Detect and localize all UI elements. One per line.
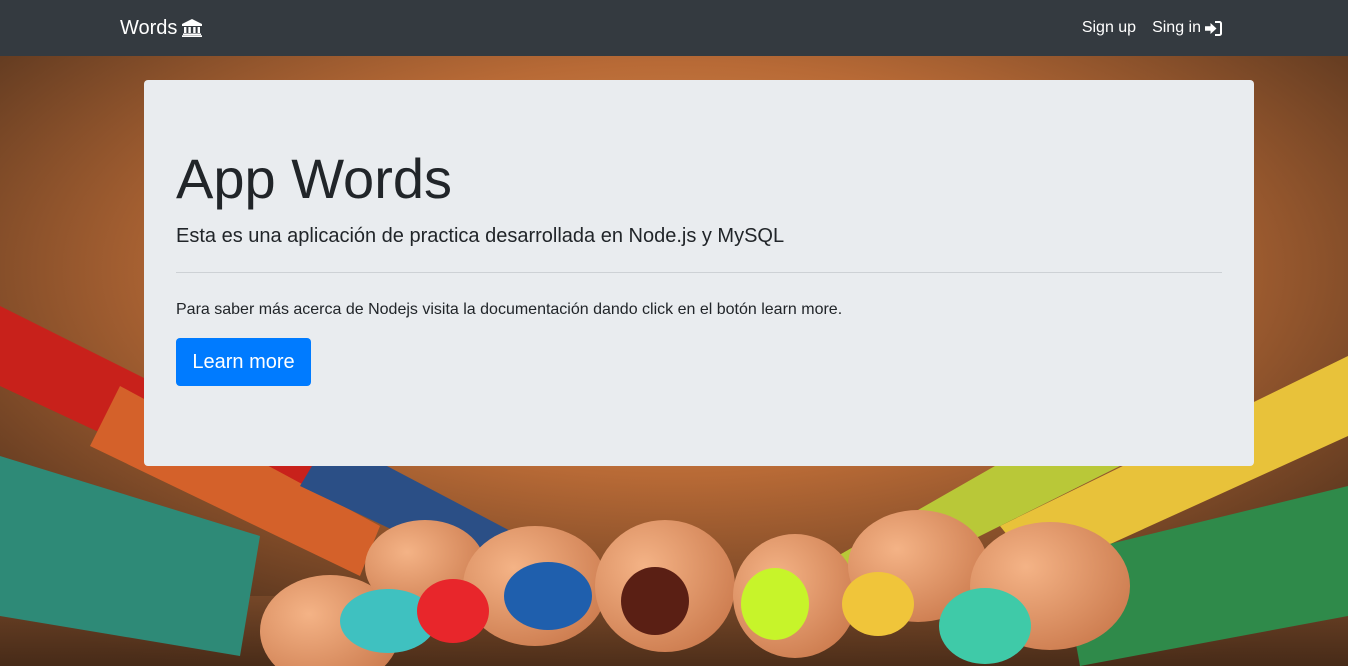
jumbotron: App Words Esta es una aplicación de prac… [144, 80, 1254, 466]
learn-more-button[interactable]: Learn more [176, 338, 311, 386]
brand-link[interactable]: Words [120, 15, 203, 41]
sign-in-icon [1205, 20, 1222, 36]
nav-sign-in-label: Sing in [1152, 19, 1201, 36]
nav-sign-in-link[interactable]: Sing in [1152, 17, 1222, 39]
hero-title: App Words [176, 147, 452, 210]
hero-lead: Esta es una aplicación de practica desar… [176, 225, 785, 247]
hero-text: Para saber más acerca de Nodejs visita l… [176, 301, 843, 318]
navbar: Words Sign up Sing in [0, 0, 1348, 56]
nav-sign-up-label: Sign up [1081, 19, 1137, 36]
bank-icon [182, 19, 203, 37]
divider [176, 272, 1222, 273]
nav-sign-up-link[interactable]: Sign up [1082, 17, 1136, 39]
nav-links: Sign up Sing in [1066, 17, 1222, 39]
brand-label: Words [120, 17, 178, 39]
